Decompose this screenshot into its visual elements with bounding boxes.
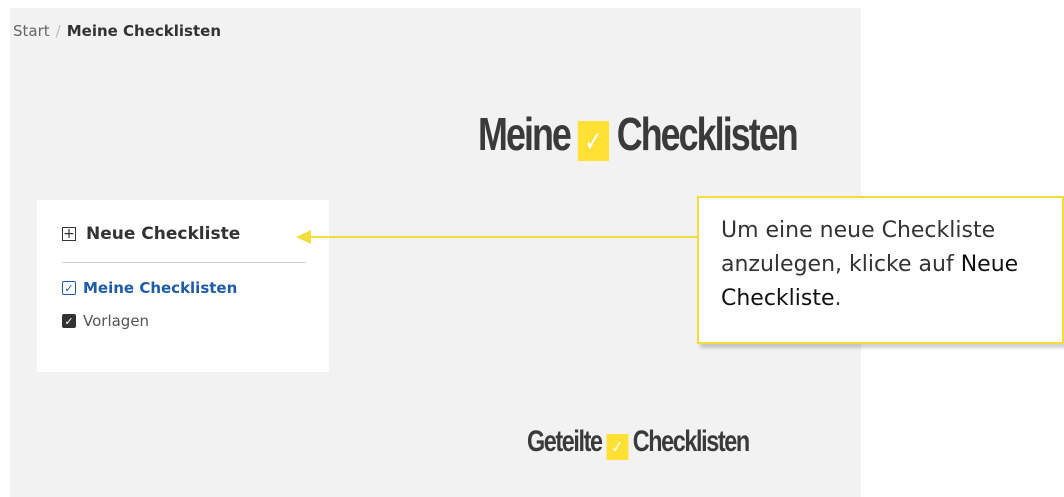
shared-section-title: Geteilte ✓ Checklisten [527, 424, 750, 460]
check-logo-icon: ✓ [606, 434, 629, 460]
check-logo-icon: ✓ [577, 121, 609, 161]
breadcrumb: Start / Meine Checklisten [13, 22, 221, 40]
help-tooltip: Um eine neue Checkliste anzulegen, klick… [697, 196, 1064, 344]
sidebar-divider [62, 262, 306, 263]
breadcrumb-current: Meine Checklisten [66, 22, 221, 40]
tooltip-text-before: Um eine neue Checkliste anzulegen, klick… [721, 218, 996, 277]
sidebar-item-templates[interactable]: ✓ Vorlagen [62, 312, 149, 330]
new-checklist-label: Neue Checkliste [86, 224, 241, 244]
sidebar-card: + Neue Checkliste ✓ Meine Checklisten ✓ … [37, 200, 329, 372]
checkbox-filled-icon: ✓ [62, 314, 76, 328]
breadcrumb-separator: / [55, 22, 61, 40]
shared-title-word2: Checklisten [632, 425, 750, 458]
sidebar-item-my-checklists[interactable]: ✓ Meine Checklisten [62, 279, 237, 297]
page-title-word1: Meine [478, 108, 572, 160]
page-title: Meine ✓ Checklisten [478, 108, 799, 161]
tooltip-text: Um eine neue Checkliste anzulegen, klick… [721, 214, 1064, 316]
tooltip-text-after: . [834, 286, 842, 311]
checkbox-outline-icon: ✓ [62, 281, 76, 295]
shared-title-word1: Geteilte [527, 425, 603, 458]
sidebar-item-label: Meine Checklisten [83, 279, 238, 297]
sidebar-item-label: Vorlagen [83, 312, 150, 330]
plus-icon: + [62, 226, 76, 242]
page-title-word2: Checklisten [616, 108, 799, 160]
new-checklist-button[interactable]: + Neue Checkliste [62, 224, 240, 244]
breadcrumb-start-link[interactable]: Start [13, 22, 50, 40]
